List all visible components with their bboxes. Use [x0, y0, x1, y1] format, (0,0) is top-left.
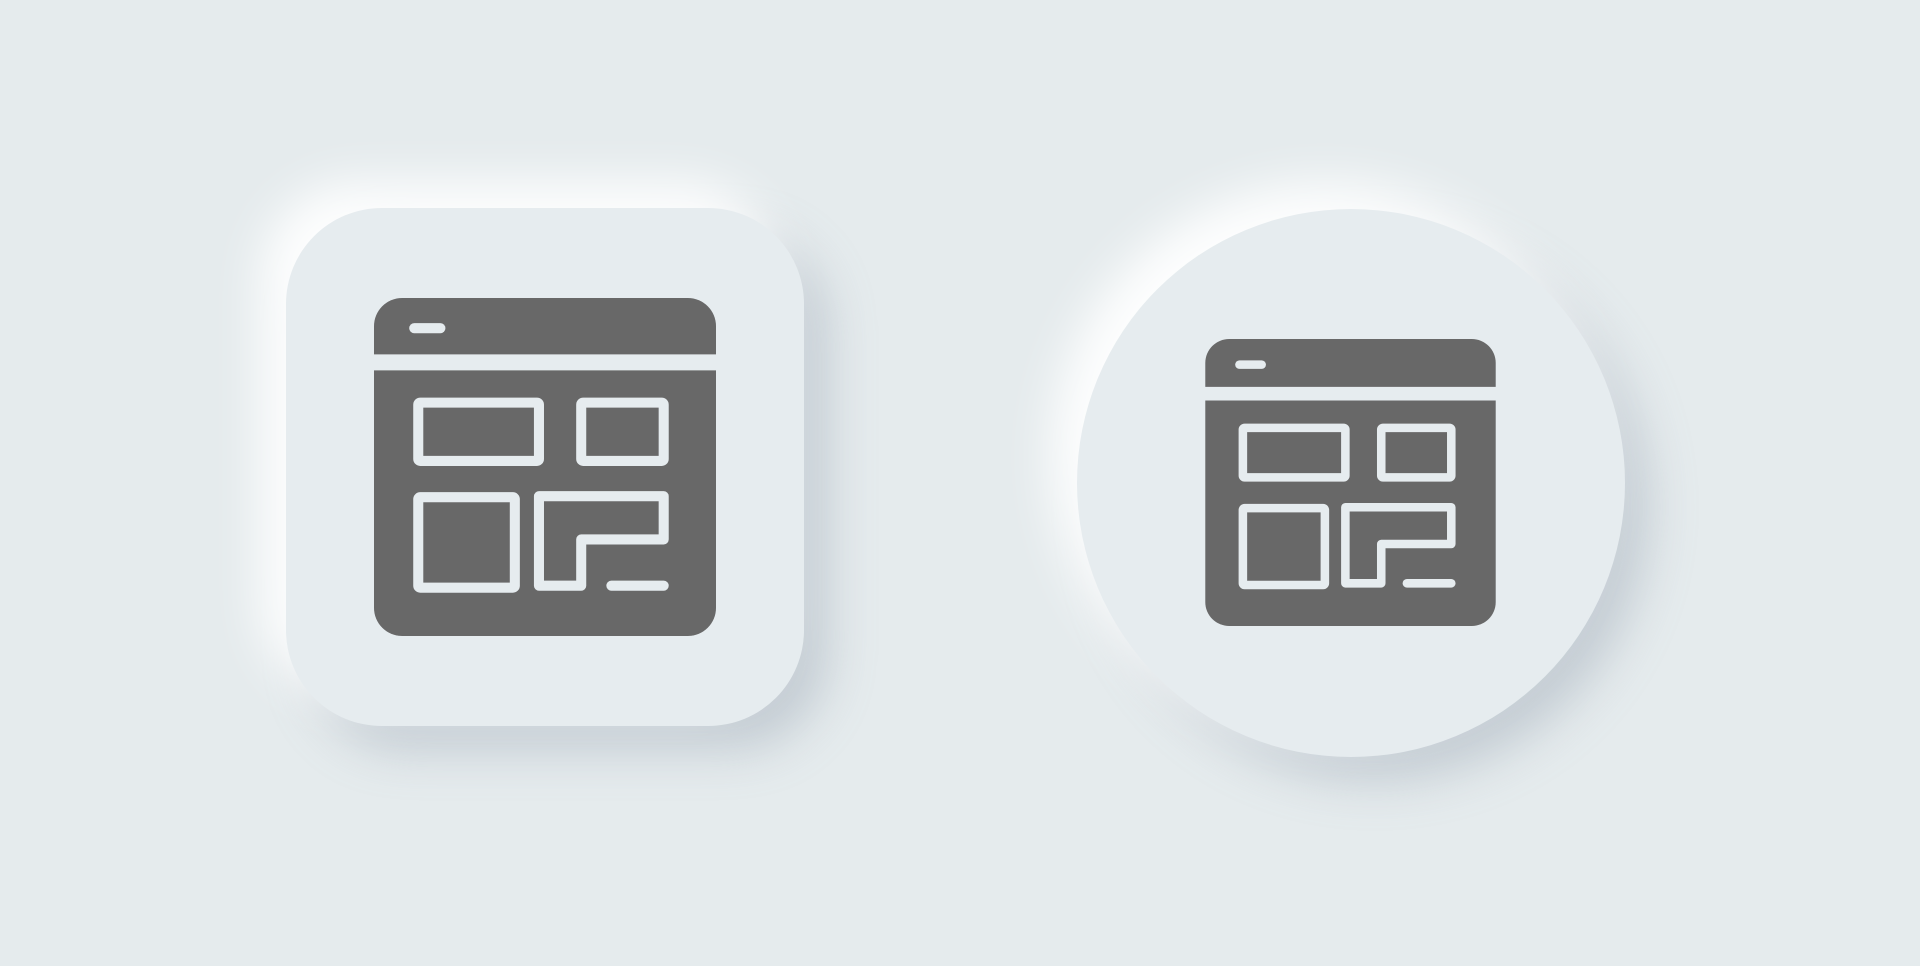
web-layout-icon: [374, 298, 716, 636]
web-layout-icon: [1205, 339, 1496, 626]
